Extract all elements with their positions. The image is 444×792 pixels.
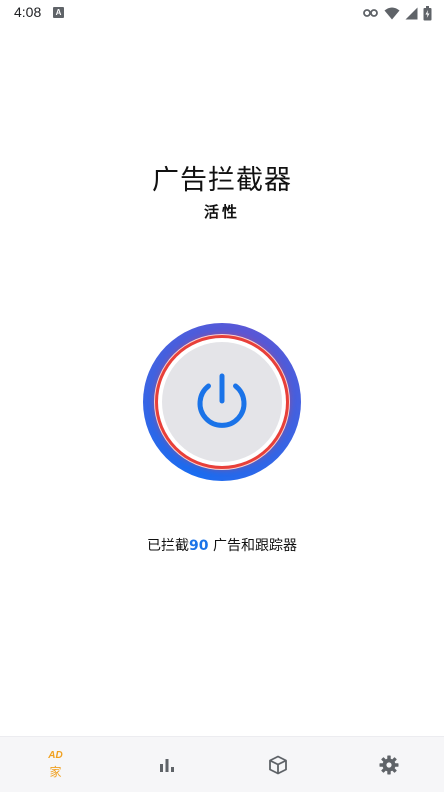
blocked-count: 90 xyxy=(189,538,209,554)
power-button-inner xyxy=(162,342,282,462)
blocked-prefix: 已拦截 xyxy=(147,538,190,554)
status-icons xyxy=(363,4,432,22)
bottom-navigation: AD 家 xyxy=(0,736,444,792)
protection-status: 活性 xyxy=(203,203,240,221)
power-toggle-button[interactable] xyxy=(143,323,301,481)
cell-signal-icon xyxy=(405,7,418,19)
nav-item-home-label: 家 xyxy=(49,765,62,779)
battery-icon xyxy=(423,5,432,20)
status-bar: 4:08 A xyxy=(0,0,444,26)
power-button-face[interactable] xyxy=(158,338,286,466)
app-title: 广告拦截器 xyxy=(152,165,292,196)
notification-a-icon: A xyxy=(53,7,64,18)
vpn-key-icon xyxy=(363,9,378,17)
wifi-icon xyxy=(384,7,400,19)
nav-item-home[interactable]: AD 家 xyxy=(0,737,111,792)
blocked-suffix: 广告和跟踪器 xyxy=(208,538,297,554)
blocked-summary: 已拦截90 广告和跟踪器 xyxy=(0,535,444,555)
nav-item-settings[interactable] xyxy=(333,737,444,792)
nav-item-packages[interactable] xyxy=(222,737,333,792)
gear-icon xyxy=(379,755,398,774)
status-time: 4:08 xyxy=(14,4,42,20)
bar-chart-icon xyxy=(159,758,174,772)
ad-icon: AD xyxy=(48,750,63,761)
nav-item-stats[interactable] xyxy=(111,737,222,792)
box-icon xyxy=(268,755,287,774)
power-icon xyxy=(197,373,247,428)
